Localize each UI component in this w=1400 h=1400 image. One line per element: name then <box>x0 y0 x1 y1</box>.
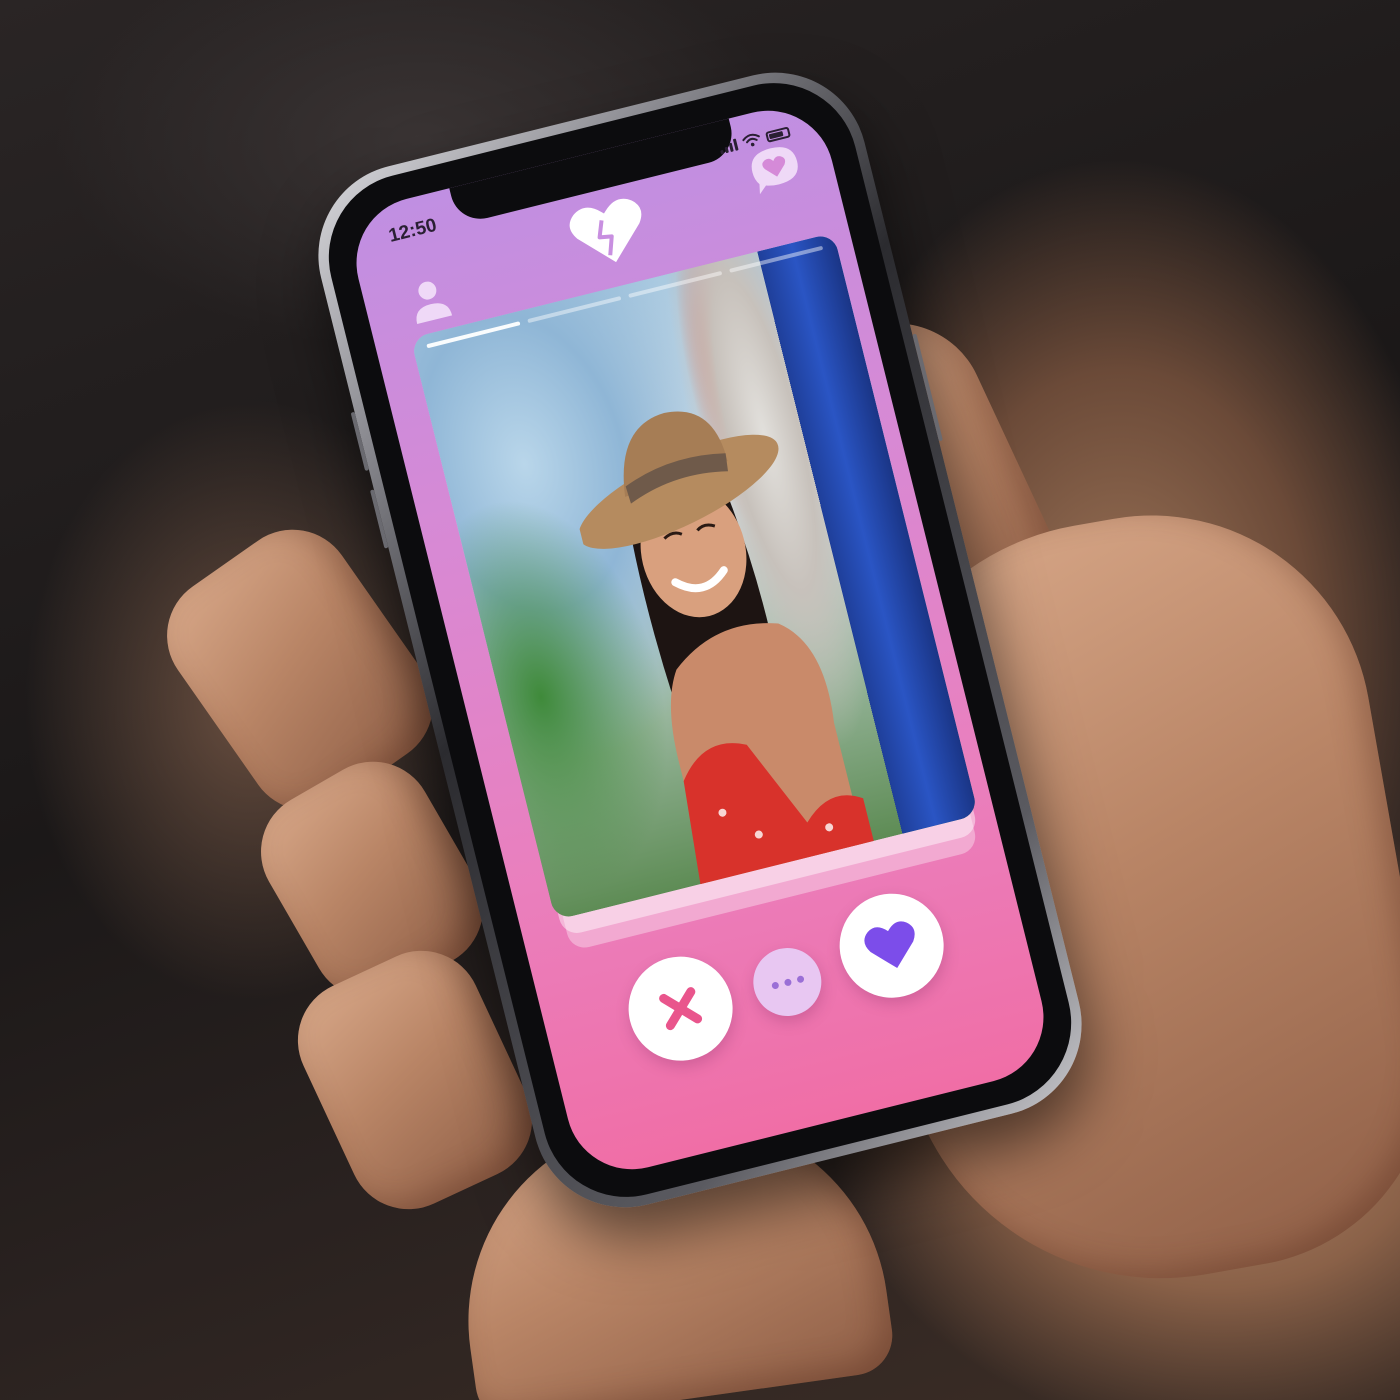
signal-icon <box>718 138 739 155</box>
status-time: 12:50 <box>386 214 439 247</box>
broken-heart-logo-icon[interactable] <box>564 191 654 273</box>
phone-bezel: 12:50 <box>311 65 1089 1215</box>
app-screen: 12:50 <box>342 96 1058 1184</box>
profile-card[interactable] <box>410 232 979 921</box>
more-dots-icon <box>768 974 808 990</box>
like-button[interactable] <box>828 882 955 1009</box>
more-button[interactable] <box>746 940 829 1024</box>
phone-device: 12:50 <box>298 53 1102 1227</box>
phone-group: 12:50 <box>0 0 1400 1400</box>
close-x-icon <box>659 987 703 1031</box>
photo-scene: 12:50 <box>0 0 1400 1400</box>
heart-icon <box>864 921 915 969</box>
heart-chat-bubble-icon[interactable] <box>743 139 807 199</box>
dislike-button[interactable] <box>617 945 744 1072</box>
user-profile-icon[interactable] <box>405 274 455 328</box>
wifi-icon <box>742 133 760 147</box>
